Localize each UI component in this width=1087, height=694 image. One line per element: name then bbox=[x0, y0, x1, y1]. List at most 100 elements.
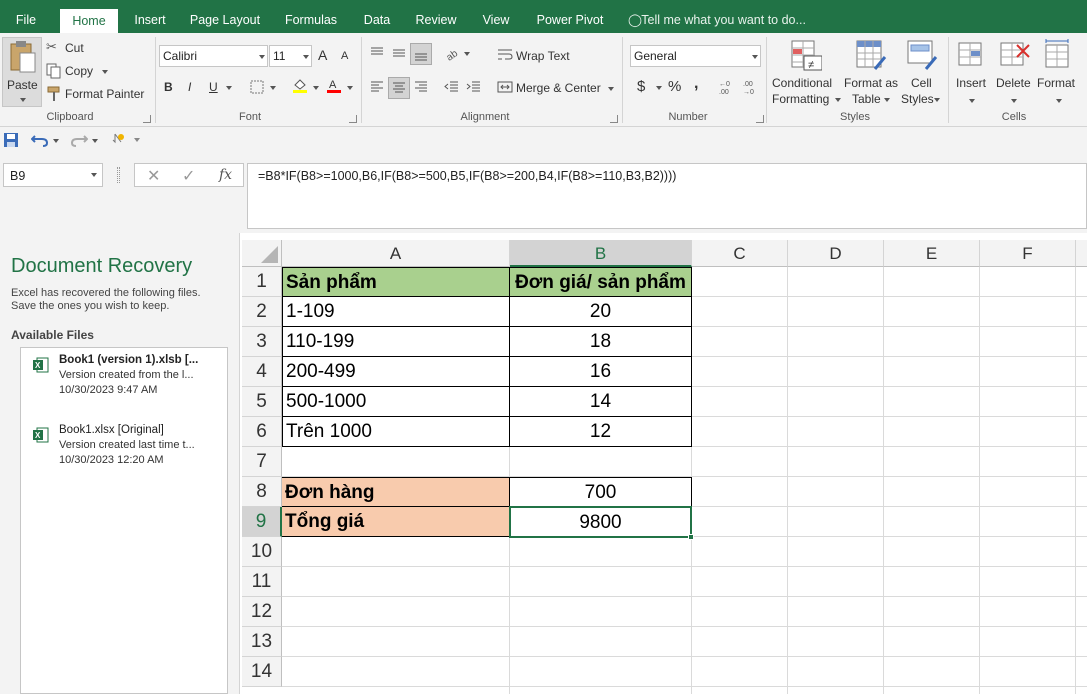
currency-button[interactable]: $ bbox=[637, 78, 645, 95]
row-header-11[interactable]: 11 bbox=[242, 567, 282, 597]
italic-button[interactable]: I bbox=[188, 80, 191, 94]
column-header-c[interactable]: C bbox=[692, 240, 788, 267]
row-header-12[interactable]: 12 bbox=[242, 597, 282, 627]
tab-page-layout[interactable]: Page Layout bbox=[186, 7, 264, 33]
row-header-2[interactable]: 2 bbox=[242, 297, 282, 327]
tab-review[interactable]: Review bbox=[408, 7, 464, 33]
cell-b2[interactable]: 20 bbox=[510, 297, 692, 327]
borders-icon[interactable] bbox=[249, 79, 265, 95]
font-color-icon[interactable]: A bbox=[326, 77, 342, 93]
column-header-a[interactable]: A bbox=[282, 240, 510, 267]
tab-power-pivot[interactable]: Power Pivot bbox=[528, 7, 612, 33]
column-header-d[interactable]: D bbox=[788, 240, 884, 267]
orientation-icon[interactable]: ab bbox=[444, 45, 460, 61]
cancel-icon[interactable]: ✕ bbox=[147, 166, 160, 186]
number-format-dropdown[interactable]: General bbox=[630, 45, 761, 67]
column-header-b[interactable]: B bbox=[510, 240, 692, 267]
grow-font-button[interactable]: A bbox=[318, 47, 327, 63]
cell-a4[interactable]: 200-499 bbox=[282, 357, 510, 387]
row-header-7[interactable]: 7 bbox=[242, 447, 282, 477]
formula-bar-grip[interactable] bbox=[117, 167, 120, 183]
row-header-9[interactable]: 9 bbox=[242, 507, 282, 537]
format-painter-button[interactable]: Format Painter bbox=[46, 85, 146, 103]
format-cells-button[interactable]: Format bbox=[1036, 39, 1084, 107]
cell-a1[interactable]: Sản phẩm bbox=[282, 267, 510, 297]
touch-mode-icon[interactable] bbox=[110, 132, 126, 148]
row-header-10[interactable]: 10 bbox=[242, 537, 282, 567]
row-header-14[interactable]: 14 bbox=[242, 657, 282, 687]
cell-b4[interactable]: 16 bbox=[510, 357, 692, 387]
name-box[interactable]: B9 bbox=[3, 163, 103, 187]
formula-input[interactable]: =B8*IF(B8>=1000,B6,IF(B8>=500,B5,IF(B8>=… bbox=[247, 163, 1087, 229]
row-header-8[interactable]: 8 bbox=[242, 477, 282, 507]
tab-view[interactable]: View bbox=[474, 7, 518, 33]
align-left-icon[interactable] bbox=[369, 79, 385, 95]
row-header-4[interactable]: 4 bbox=[242, 357, 282, 387]
save-icon[interactable] bbox=[3, 132, 19, 148]
align-right-icon[interactable] bbox=[413, 79, 429, 95]
increase-decimal-icon[interactable]: ←0.00 bbox=[717, 77, 737, 97]
tab-file[interactable]: File bbox=[4, 7, 48, 33]
fill-handle[interactable] bbox=[688, 534, 694, 540]
column-header-f[interactable]: F bbox=[980, 240, 1076, 267]
insert-cells-button[interactable]: Insert bbox=[953, 39, 993, 107]
font-size-dropdown[interactable]: 11 bbox=[269, 45, 312, 67]
tab-formulas[interactable]: Formulas bbox=[276, 7, 346, 33]
cell-a8[interactable]: Đơn hàng bbox=[282, 477, 510, 507]
row-header-5[interactable]: 5 bbox=[242, 387, 282, 417]
delete-cells-button[interactable]: Delete bbox=[995, 39, 1035, 107]
cell-styles-button[interactable]: Cell Styles bbox=[900, 39, 946, 107]
cell-b6[interactable]: 12 bbox=[510, 417, 692, 447]
cell-a2[interactable]: 1-109 bbox=[282, 297, 510, 327]
format-as-table-button[interactable]: Format as Table bbox=[843, 39, 903, 107]
percent-button[interactable]: % bbox=[668, 78, 681, 95]
increase-indent-icon[interactable] bbox=[466, 79, 482, 95]
align-top-icon[interactable] bbox=[369, 45, 385, 61]
alignment-launcher-icon[interactable] bbox=[610, 115, 618, 123]
decrease-decimal-icon[interactable]: .00→0 bbox=[741, 77, 761, 97]
fill-color-icon[interactable] bbox=[292, 77, 308, 93]
conditional-formatting-button[interactable]: ≠ Conditional Formatting bbox=[771, 39, 841, 107]
tab-home[interactable]: Home bbox=[60, 9, 118, 33]
clipboard-launcher-icon[interactable] bbox=[143, 115, 151, 123]
row-header-1[interactable]: 1 bbox=[242, 267, 282, 297]
cell-a9[interactable]: Tổng giá bbox=[282, 507, 510, 537]
column-header-e[interactable]: E bbox=[884, 240, 980, 267]
row-header-6[interactable]: 6 bbox=[242, 417, 282, 447]
cell-b1[interactable]: Đơn giá/ sản phẩm bbox=[510, 267, 692, 297]
cell-a3[interactable]: 110-199 bbox=[282, 327, 510, 357]
decrease-indent-icon[interactable] bbox=[444, 79, 460, 95]
enter-icon[interactable]: ✓ bbox=[182, 166, 195, 186]
undo-icon[interactable] bbox=[31, 132, 49, 148]
cell-b8[interactable]: 700 bbox=[510, 477, 692, 507]
cell-b9[interactable]: 9800 bbox=[509, 506, 692, 538]
select-all-button[interactable] bbox=[242, 240, 282, 267]
bold-button[interactable]: B bbox=[164, 80, 173, 94]
cell-b5[interactable]: 14 bbox=[510, 387, 692, 417]
paste-button[interactable]: Paste bbox=[2, 37, 42, 107]
copy-button[interactable]: Copy bbox=[46, 62, 116, 80]
cell-a5[interactable]: 500-1000 bbox=[282, 387, 510, 417]
tab-data[interactable]: Data bbox=[356, 7, 398, 33]
font-name-dropdown[interactable]: Calibri bbox=[159, 45, 268, 67]
recovered-file-item[interactable]: X Book1 (version 1).xlsb [... Version cr… bbox=[33, 354, 223, 400]
cell-a6[interactable]: Trên 1000 bbox=[282, 417, 510, 447]
merge-center-button[interactable]: Merge & Center bbox=[516, 81, 601, 95]
align-center-button[interactable] bbox=[388, 77, 410, 99]
shrink-font-button[interactable]: A bbox=[341, 50, 348, 62]
cut-button[interactable]: ✂ Cut bbox=[46, 39, 106, 57]
align-bottom-button[interactable] bbox=[410, 43, 432, 65]
redo-icon[interactable] bbox=[70, 132, 88, 148]
comma-button[interactable]: , bbox=[694, 75, 698, 93]
wrap-text-button[interactable]: Wrap Text bbox=[516, 49, 570, 63]
tell-me-box[interactable]: ◯ Tell me what you want to do... bbox=[628, 12, 806, 27]
cell-b3[interactable]: 18 bbox=[510, 327, 692, 357]
row-header-3[interactable]: 3 bbox=[242, 327, 282, 357]
insert-function-icon[interactable]: fx bbox=[219, 167, 232, 183]
number-launcher-icon[interactable] bbox=[756, 115, 764, 123]
recovered-file-item[interactable]: X Book1.xlsx [Original] Version created … bbox=[33, 424, 223, 470]
align-middle-icon[interactable] bbox=[391, 45, 407, 61]
tab-insert[interactable]: Insert bbox=[126, 7, 174, 33]
column-header-partial[interactable] bbox=[1076, 240, 1087, 267]
row-header-13[interactable]: 13 bbox=[242, 627, 282, 657]
